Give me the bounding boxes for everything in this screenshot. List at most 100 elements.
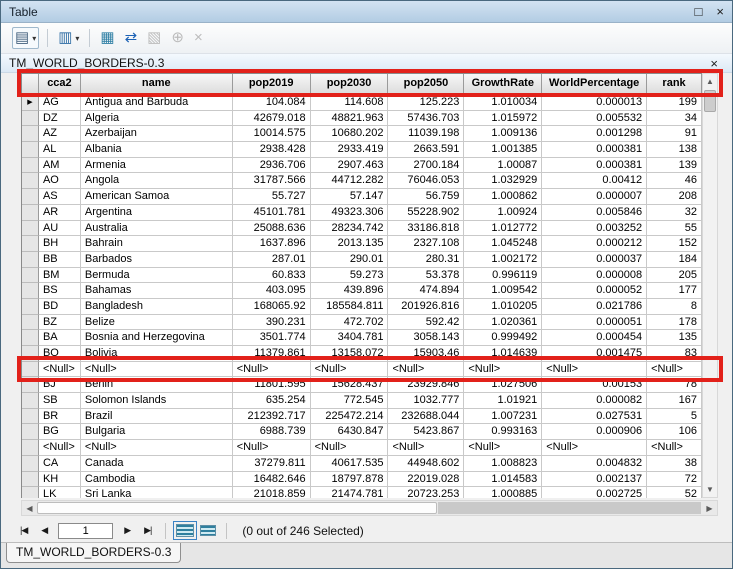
cell-pop2019[interactable]: 10014.575	[233, 126, 311, 142]
cell-worldpercentage[interactable]: 0.000051	[542, 315, 647, 331]
table-options-icon[interactable]: ▤▾	[12, 27, 39, 49]
first-record-button[interactable]: |◀	[20, 525, 27, 536]
column-header-cca2[interactable]: cca2	[39, 74, 81, 95]
cell-name[interactable]: American Samoa	[81, 189, 233, 205]
cell-cca2[interactable]: <Null>	[39, 440, 81, 456]
row-selector[interactable]	[22, 346, 39, 362]
cell-pop2019[interactable]: 25088.636	[233, 221, 311, 237]
row-selector[interactable]	[22, 126, 39, 142]
cell-cca2[interactable]: BB	[39, 252, 81, 268]
cell-pop2050[interactable]: 44948.602	[388, 456, 464, 472]
cell-pop2050[interactable]: 33186.818	[388, 221, 464, 237]
record-number-input[interactable]	[58, 523, 113, 539]
cell-pop2030[interactable]: <Null>	[311, 362, 389, 378]
cell-rank[interactable]: <Null>	[647, 362, 702, 378]
cell-cca2[interactable]: AL	[39, 142, 81, 158]
cell-cca2[interactable]: AS	[39, 189, 81, 205]
row-selector[interactable]	[22, 189, 39, 205]
cell-cca2[interactable]: AM	[39, 158, 81, 174]
cell-pop2050[interactable]: 76046.053	[388, 173, 464, 189]
cell-rank[interactable]: 106	[647, 424, 702, 440]
cell-pop2019[interactable]: 45101.781	[233, 205, 311, 221]
cell-pop2019[interactable]: 2936.706	[233, 158, 311, 174]
cell-pop2050[interactable]: 11039.198	[388, 126, 464, 142]
scroll-right-icon[interactable]: ▶	[702, 504, 717, 513]
cell-name[interactable]: Bahamas	[81, 283, 233, 299]
cell-rank[interactable]: 38	[647, 456, 702, 472]
cell-growthrate[interactable]: 1.045248	[464, 236, 542, 252]
cell-name[interactable]: Argentina	[81, 205, 233, 221]
cell-name[interactable]: Antigua and Barbuda	[81, 95, 233, 111]
cell-growthrate[interactable]: 1.001385	[464, 142, 542, 158]
cell-pop2050[interactable]: 1032.777	[388, 393, 464, 409]
horizontal-scroll-thumb[interactable]	[37, 502, 437, 514]
cell-rank[interactable]: 205	[647, 268, 702, 284]
row-selector[interactable]	[22, 472, 39, 488]
cell-cca2[interactable]: BR	[39, 409, 81, 425]
cell-cca2[interactable]: BD	[39, 299, 81, 315]
cell-name[interactable]: Bermuda	[81, 268, 233, 284]
cell-cca2[interactable]: BA	[39, 330, 81, 346]
cell-pop2050[interactable]: 280.31	[388, 252, 464, 268]
cell-pop2030[interactable]: 13158.072	[311, 346, 389, 362]
cell-name[interactable]: Australia	[81, 221, 233, 237]
scroll-left-icon[interactable]: ◀	[22, 504, 37, 513]
cell-worldpercentage[interactable]: 0.002725	[542, 487, 647, 498]
cell-pop2050[interactable]: 5423.867	[388, 424, 464, 440]
cell-name[interactable]: Algeria	[81, 111, 233, 127]
cell-pop2030[interactable]: 49323.306	[311, 205, 389, 221]
cell-pop2019[interactable]: 16482.646	[233, 472, 311, 488]
cell-cca2[interactable]: BG	[39, 424, 81, 440]
cell-rank[interactable]: 178	[647, 315, 702, 331]
cell-cca2[interactable]: AU	[39, 221, 81, 237]
cell-worldpercentage[interactable]: 0.000212	[542, 236, 647, 252]
cell-pop2030[interactable]: 772.545	[311, 393, 389, 409]
cell-pop2050[interactable]: 474.894	[388, 283, 464, 299]
tab-tm-world-borders[interactable]: TM_WORLD_BORDERS-0.3	[6, 543, 181, 563]
cell-rank[interactable]: 5	[647, 409, 702, 425]
column-header-name[interactable]: name	[81, 74, 233, 95]
row-selector[interactable]	[22, 362, 39, 378]
next-record-button[interactable]: ▶	[124, 525, 130, 536]
cell-rank[interactable]: 8	[647, 299, 702, 315]
cell-pop2019[interactable]: 11379.861	[233, 346, 311, 362]
cell-cca2[interactable]: BH	[39, 236, 81, 252]
cell-worldpercentage[interactable]: 0.000013	[542, 95, 647, 111]
row-selector[interactable]	[22, 252, 39, 268]
column-header-growthrate[interactable]: GrowthRate	[464, 74, 542, 95]
cell-pop2050[interactable]: 125.223	[388, 95, 464, 111]
cell-name[interactable]: Bangladesh	[81, 299, 233, 315]
cell-growthrate[interactable]: 1.008823	[464, 456, 542, 472]
scroll-down-icon[interactable]: ▼	[703, 482, 717, 497]
cell-growthrate[interactable]: 1.002172	[464, 252, 542, 268]
horizontal-scroll-track[interactable]	[438, 502, 701, 514]
cell-rank[interactable]: 34	[647, 111, 702, 127]
cell-pop2030[interactable]: 2013.135	[311, 236, 389, 252]
panel-close-icon[interactable]: ×	[710, 56, 718, 71]
column-header-pop2019[interactable]: pop2019	[233, 74, 311, 95]
cell-pop2019[interactable]: 390.231	[233, 315, 311, 331]
cell-pop2050[interactable]: 2700.184	[388, 158, 464, 174]
cell-pop2030[interactable]: 6430.847	[311, 424, 389, 440]
cell-worldpercentage[interactable]: 0.000007	[542, 189, 647, 205]
cell-pop2019[interactable]: 21018.859	[233, 487, 311, 498]
cell-rank[interactable]: 167	[647, 393, 702, 409]
cell-pop2019[interactable]: 168065.92	[233, 299, 311, 315]
cell-cca2[interactable]: AZ	[39, 126, 81, 142]
cell-rank[interactable]: 152	[647, 236, 702, 252]
cell-worldpercentage[interactable]: 0.000381	[542, 158, 647, 174]
cell-pop2030[interactable]: 15628.437	[311, 377, 389, 393]
cell-pop2030[interactable]: 185584.811	[311, 299, 389, 315]
cell-name[interactable]: Azerbaijan	[81, 126, 233, 142]
cell-name[interactable]: Bulgaria	[81, 424, 233, 440]
cell-name[interactable]: Angola	[81, 173, 233, 189]
cell-worldpercentage[interactable]: <Null>	[542, 362, 647, 378]
cell-rank[interactable]: 32	[647, 205, 702, 221]
cell-rank[interactable]: 72	[647, 472, 702, 488]
cell-worldpercentage[interactable]: 0.000037	[542, 252, 647, 268]
cell-pop2019[interactable]: 3501.774	[233, 330, 311, 346]
cell-pop2030[interactable]: 290.01	[311, 252, 389, 268]
row-selector[interactable]	[22, 299, 39, 315]
cell-cca2[interactable]: BS	[39, 283, 81, 299]
cell-rank[interactable]: 91	[647, 126, 702, 142]
